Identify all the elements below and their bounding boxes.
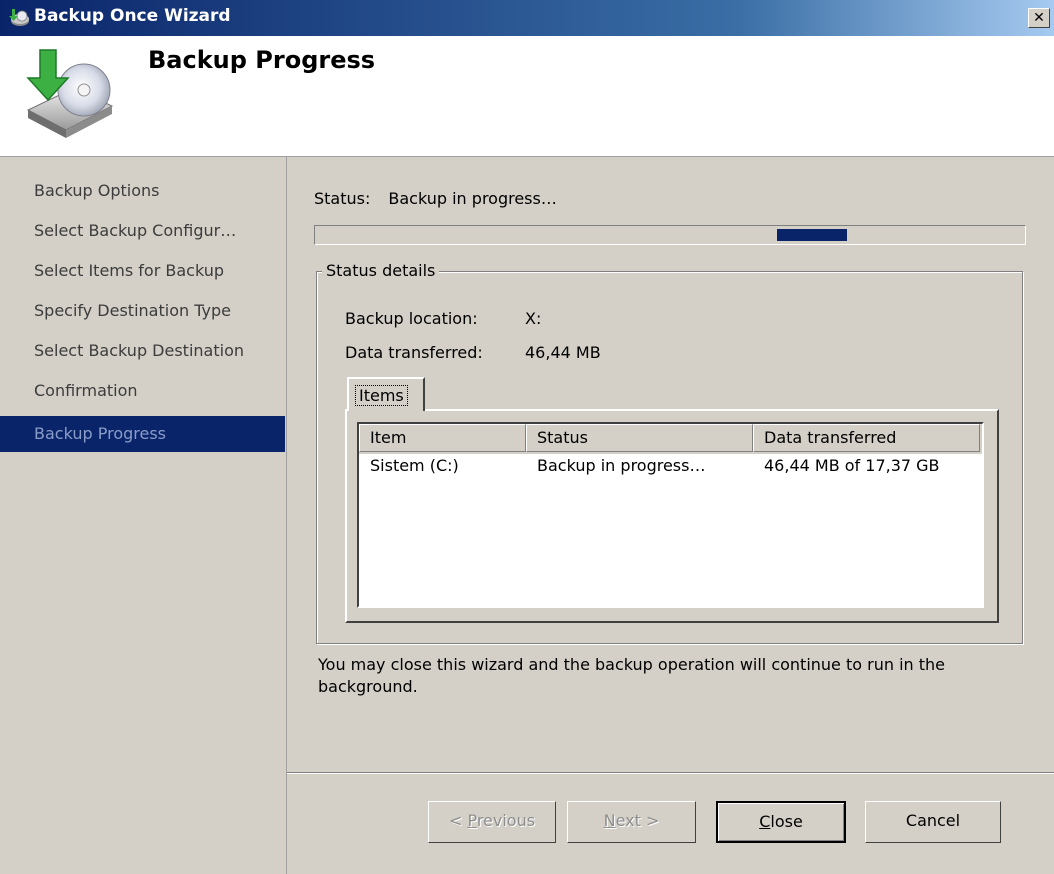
backup-app-icon xyxy=(9,9,29,26)
window-title: Backup Once Wizard xyxy=(34,6,231,26)
background-note: You may close this wizard and the backup… xyxy=(318,655,945,696)
backup-progress-bar xyxy=(314,225,1026,245)
cell-item: Sistem (C:) xyxy=(370,456,459,475)
main-panel: Status: Backup in progress… Status detail… xyxy=(287,157,1054,874)
table-row[interactable]: Sistem (C:) Backup in progress… 46,44 MB… xyxy=(359,454,982,480)
backup-location-row: Backup location: X: xyxy=(345,309,541,328)
previous-button[interactable]: < Previous xyxy=(428,801,556,843)
cell-data-transferred: 46,44 MB of 17,37 GB xyxy=(764,456,940,475)
sidebar-item-select-backup-destination[interactable]: Select Backup Destination xyxy=(0,333,285,369)
data-transferred-value: 46,44 MB xyxy=(525,343,601,362)
status-details-title: Status details xyxy=(322,261,440,280)
column-header-data-transferred[interactable]: Data transferred xyxy=(753,424,980,452)
status-line: Status: Backup in progress… xyxy=(314,189,557,208)
page-title: Backup Progress xyxy=(148,46,376,74)
status-label: Status: xyxy=(314,189,371,208)
data-transferred-row: Data transferred: 46,44 MB xyxy=(345,343,601,362)
close-icon[interactable]: ✕ xyxy=(1028,8,1050,28)
backup-once-wizard-window: Backup Once Wizard ✕ Backup Progress Bac… xyxy=(0,0,1054,874)
close-button[interactable]: Close xyxy=(716,801,846,843)
column-header-item[interactable]: Item xyxy=(359,424,526,452)
backup-location-label: Backup location: xyxy=(345,309,478,328)
wizard-steps-sidebar: Backup Options Select Backup Configur… S… xyxy=(0,157,287,874)
backup-location-value: X: xyxy=(525,309,542,328)
sidebar-item-confirmation[interactable]: Confirmation xyxy=(0,373,285,409)
list-header: Item Status Data transferred xyxy=(359,424,982,454)
data-transferred-label: Data transferred: xyxy=(345,343,483,362)
sidebar-item-backup-progress[interactable]: Backup Progress xyxy=(0,416,285,452)
progress-marquee-block xyxy=(777,229,847,241)
button-separator xyxy=(287,772,1054,774)
backup-disk-icon xyxy=(26,49,114,138)
tab-items[interactable]: Items xyxy=(347,377,425,411)
cancel-button[interactable]: Cancel xyxy=(865,801,1001,843)
title-bar[interactable]: Backup Once Wizard ✕ xyxy=(0,0,1054,36)
sidebar-item-backup-options[interactable]: Backup Options xyxy=(0,173,285,209)
tab-items-label: Items xyxy=(355,385,408,406)
sidebar-item-specify-destination-type[interactable]: Specify Destination Type xyxy=(0,293,285,329)
sidebar-item-select-backup-configuration[interactable]: Select Backup Configur… xyxy=(0,213,285,249)
items-list-view[interactable]: Item Status Data transferred Sistem (C:)… xyxy=(357,422,984,608)
sidebar-item-select-items-for-backup[interactable]: Select Items for Backup xyxy=(0,253,285,289)
next-button[interactable]: Next > xyxy=(567,801,696,843)
status-value: Backup in progress… xyxy=(388,189,557,208)
column-header-status[interactable]: Status xyxy=(526,424,753,452)
cell-status: Backup in progress… xyxy=(537,456,706,475)
